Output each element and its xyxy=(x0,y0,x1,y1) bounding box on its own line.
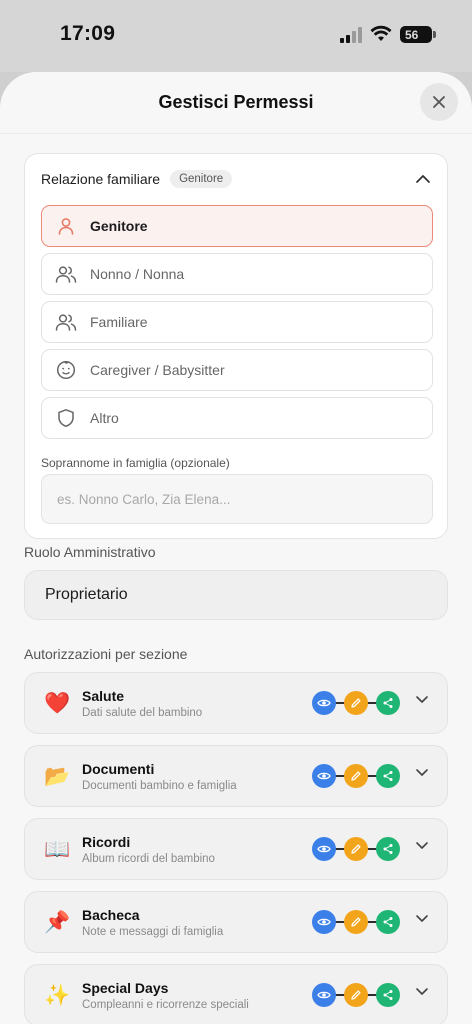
relation-option-label: Familiare xyxy=(90,314,148,330)
sparkles-icon: ✨ xyxy=(44,983,71,1007)
shield-icon xyxy=(58,409,74,428)
folder-icon: 📂 xyxy=(44,764,71,788)
permissions-label: Autorizzazioni per sezione xyxy=(24,646,188,662)
pencil-icon xyxy=(351,844,361,854)
sheet-title: Gestisci Permessi xyxy=(158,92,314,112)
pencil-icon xyxy=(351,917,361,927)
chevron-down-icon[interactable] xyxy=(415,841,429,850)
permission-levels xyxy=(312,983,400,1007)
share-permission-button[interactable] xyxy=(376,910,400,934)
baby-face-icon xyxy=(56,360,76,380)
people-icon xyxy=(55,266,77,283)
status-time: 17:09 xyxy=(60,22,116,45)
permission-subtitle: Note e messaggi di famiglia xyxy=(82,926,224,938)
family-relation-title: Relazione familiare xyxy=(41,171,161,187)
permission-card-special-days[interactable]: ✨ Special Days Compleanni e ricorrenze s… xyxy=(24,964,448,1024)
pencil-icon xyxy=(351,990,361,1000)
permission-title: Bacheca xyxy=(82,907,140,923)
edit-permission-button[interactable] xyxy=(344,983,368,1007)
view-permission-button[interactable] xyxy=(312,983,336,1007)
relation-option-label: Altro xyxy=(90,410,119,426)
share-icon xyxy=(383,698,393,708)
permission-title: Special Days xyxy=(82,980,169,996)
permission-title: Documenti xyxy=(82,761,155,777)
permission-card-salute[interactable]: ❤️ Salute Dati salute del bambino xyxy=(24,672,448,734)
battery-level: 56 xyxy=(405,27,419,42)
eye-icon xyxy=(317,699,331,707)
book-icon: 📖 xyxy=(44,837,71,861)
share-icon xyxy=(383,844,393,854)
permission-subtitle: Dati salute del bambino xyxy=(82,707,203,719)
share-icon xyxy=(383,917,393,927)
close-icon xyxy=(433,96,445,108)
pencil-icon xyxy=(351,771,361,781)
share-icon xyxy=(383,771,393,781)
relation-option-nonno-nonna[interactable]: Nonno / Nonna xyxy=(41,253,433,295)
relation-option-label: Caregiver / Babysitter xyxy=(90,362,225,378)
share-permission-button[interactable] xyxy=(376,983,400,1007)
status-bar: 17:09 56 xyxy=(0,0,472,72)
edit-permission-button[interactable] xyxy=(344,910,368,934)
permission-subtitle: Compleanni e ricorrenze speciali xyxy=(82,999,249,1011)
pencil-icon xyxy=(351,698,361,708)
chevron-down-icon[interactable] xyxy=(415,695,429,704)
edit-permission-button[interactable] xyxy=(344,764,368,788)
eye-icon xyxy=(317,845,331,853)
permission-levels xyxy=(312,837,400,861)
nickname-input[interactable] xyxy=(41,474,433,524)
admin-role-select[interactable]: Proprietario xyxy=(24,570,448,620)
permission-subtitle: Documenti bambino e famiglia xyxy=(82,780,237,792)
family-relation-card: Relazione familiare Genitore Genitore No… xyxy=(24,153,448,539)
permission-card-bacheca[interactable]: 📌 Bacheca Note e messaggi di famiglia xyxy=(24,891,448,953)
chevron-down-icon[interactable] xyxy=(415,914,429,923)
eye-icon xyxy=(317,772,331,780)
wifi-icon xyxy=(370,25,392,41)
permission-levels xyxy=(312,910,400,934)
permissions-sheet: Gestisci Permessi Relazione familiare Ge… xyxy=(0,72,472,1024)
permission-title: Salute xyxy=(82,688,125,704)
admin-role-label: Ruolo Amministrativo xyxy=(24,544,156,560)
nickname-label: Soprannome in famiglia (opzionale) xyxy=(41,456,230,470)
relation-option-altro[interactable]: Altro xyxy=(41,397,433,439)
cellular-signal-icon xyxy=(340,27,362,43)
relation-option-caregiver[interactable]: Caregiver / Babysitter xyxy=(41,349,433,391)
relation-option-genitore[interactable]: Genitore xyxy=(41,205,433,247)
family-relation-header[interactable]: Relazione familiare Genitore xyxy=(41,168,431,190)
permission-levels xyxy=(312,764,400,788)
sheet-header: Gestisci Permessi xyxy=(0,72,472,134)
edit-permission-button[interactable] xyxy=(344,837,368,861)
relation-option-label: Genitore xyxy=(90,218,148,234)
chevron-down-icon[interactable] xyxy=(415,987,429,996)
share-permission-button[interactable] xyxy=(376,691,400,715)
chevron-down-icon[interactable] xyxy=(415,768,429,777)
permission-title: Ricordi xyxy=(82,834,131,850)
permission-card-ricordi[interactable]: 📖 Ricordi Album ricordi del bambino xyxy=(24,818,448,880)
person-icon xyxy=(58,218,74,235)
eye-icon xyxy=(317,991,331,999)
relation-option-familiare[interactable]: Familiare xyxy=(41,301,433,343)
share-permission-button[interactable] xyxy=(376,764,400,788)
view-permission-button[interactable] xyxy=(312,910,336,934)
permission-card-documenti[interactable]: 📂 Documenti Documenti bambino e famiglia xyxy=(24,745,448,807)
edit-permission-button[interactable] xyxy=(344,691,368,715)
eye-icon xyxy=(317,918,331,926)
heart-icon: ❤️ xyxy=(44,691,71,715)
people-icon xyxy=(55,314,77,331)
relation-option-label: Nonno / Nonna xyxy=(90,266,185,282)
view-permission-button[interactable] xyxy=(312,691,336,715)
share-icon xyxy=(383,990,393,1000)
share-permission-button[interactable] xyxy=(376,837,400,861)
chevron-up-icon[interactable] xyxy=(415,174,431,184)
pin-icon: 📌 xyxy=(44,910,71,934)
family-relation-badge: Genitore xyxy=(170,170,233,188)
close-button[interactable] xyxy=(420,83,458,121)
view-permission-button[interactable] xyxy=(312,764,336,788)
permission-subtitle: Album ricordi del bambino xyxy=(82,853,215,865)
view-permission-button[interactable] xyxy=(312,837,336,861)
battery-icon: 56 xyxy=(400,26,436,43)
permission-levels xyxy=(312,691,400,715)
